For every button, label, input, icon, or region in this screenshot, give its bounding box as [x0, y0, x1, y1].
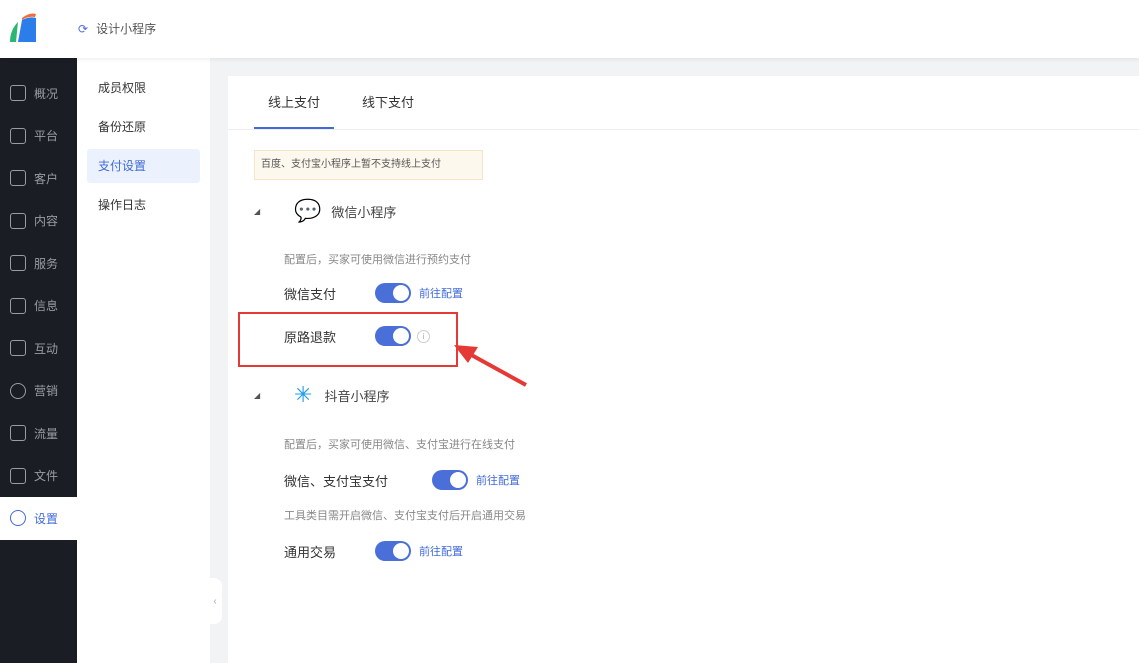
douyin-note: 工具类目需开启微信、支付宝支付后开启通用交易 — [284, 510, 526, 522]
label: 平台 — [34, 129, 59, 144]
notice-banner: 百度、支付宝小程序上暂不支持线上支付 — [254, 150, 483, 180]
label: 信息 — [34, 299, 59, 314]
layers-icon — [10, 127, 26, 144]
sidebar-item-service[interactable]: 服务 — [0, 242, 77, 285]
message-icon — [10, 297, 26, 314]
section-title: 抖音小程序 — [324, 388, 390, 404]
label: 微信支付 — [284, 286, 337, 302]
document-icon — [10, 212, 26, 229]
sidebar-item-overview[interactable]: 概况 — [0, 72, 77, 115]
megaphone-icon — [10, 425, 26, 442]
sidebar-item-customer[interactable]: 客户 — [0, 157, 77, 200]
interaction-icon — [10, 340, 26, 357]
top-bar: ⟳ 设计小程序 — [0, 0, 1139, 58]
mini-program-icon: ⟳ — [78, 21, 89, 36]
label: 内容 — [34, 214, 59, 229]
wechat-pay-row: 微信支付 前往配置 — [284, 283, 463, 303]
wechat-pay-config-link[interactable]: 前往配置 — [419, 285, 463, 301]
folder-icon — [10, 467, 26, 484]
douyin-section-header[interactable]: ◢ ✳ 抖音小程序 — [254, 382, 389, 408]
sidebar-item-files[interactable]: 文件 — [0, 455, 77, 498]
settings-submenu: 成员权限 备份还原 支付设置 操作日志 — [77, 58, 210, 663]
general-trade-toggle[interactable] — [375, 541, 411, 561]
label: 互动 — [34, 341, 59, 356]
sidebar-item-settings[interactable]: 设置 — [0, 497, 77, 540]
label: 微信、支付宝支付 — [284, 473, 389, 489]
sidebar-item-marketing[interactable]: 营销 — [0, 370, 77, 413]
sidebar-item-content[interactable]: 内容 — [0, 200, 77, 243]
wechat-section-header[interactable]: ◢ 💬 微信小程序 — [254, 198, 396, 224]
submenu-member-permissions[interactable]: 成员权限 — [87, 71, 200, 105]
general-trade-config-link[interactable]: 前往配置 — [419, 543, 463, 559]
label: 服务 — [34, 256, 59, 271]
douyin-pay-row: 微信、支付宝支付 前往配置 — [284, 470, 520, 490]
section-title: 微信小程序 — [331, 204, 397, 220]
submenu-payment-settings[interactable]: 支付设置 — [87, 149, 200, 183]
chart-icon — [10, 85, 26, 102]
arrow-annotation-icon — [454, 345, 527, 387]
tab-online-payment[interactable]: 线上支付 — [254, 76, 335, 129]
gear-icon — [10, 510, 26, 527]
douyin-pay-config-link[interactable]: 前往配置 — [476, 472, 520, 488]
main-sidebar: 概况 平台 客户 内容 服务 信息 互动 营销 流量 文件 设置 — [0, 58, 77, 663]
sidebar-item-message[interactable]: 信息 — [0, 285, 77, 328]
user-icon — [10, 170, 26, 187]
douyin-icon: ✳ — [294, 382, 313, 407]
app-title: 设计小程序 — [96, 22, 157, 36]
label: 设置 — [34, 511, 59, 526]
label: 概况 — [34, 86, 59, 101]
service-icon — [10, 255, 26, 272]
sidebar-item-traffic[interactable]: 流量 — [0, 412, 77, 455]
sidebar-item-platform[interactable]: 平台 — [0, 115, 77, 158]
general-trade-row: 通用交易 前往配置 — [284, 541, 463, 561]
label: 客户 — [34, 171, 59, 186]
highlight-box — [238, 312, 458, 367]
collapse-submenu-button[interactable]: ‹ — [208, 578, 222, 624]
logo-icon — [10, 13, 36, 42]
sidebar-item-interaction[interactable]: 互动 — [0, 327, 77, 370]
label: 营销 — [34, 384, 59, 399]
label: 流量 — [34, 426, 59, 441]
submenu-backup-restore[interactable]: 备份还原 — [87, 110, 200, 144]
wechat-pay-toggle[interactable] — [375, 283, 411, 303]
tab-offline-payment[interactable]: 线下支付 — [348, 76, 428, 129]
collapse-triangle-icon: ◢ — [254, 390, 261, 400]
tag-icon — [10, 382, 26, 399]
collapse-triangle-icon: ◢ — [254, 206, 261, 216]
label: 通用交易 — [284, 544, 337, 560]
submenu-operation-log[interactable]: 操作日志 — [87, 188, 200, 222]
label: 文件 — [34, 469, 59, 484]
wechat-description: 配置后，买家可使用微信进行预约支付 — [284, 254, 471, 266]
douyin-description: 配置后，买家可使用微信、支付宝进行在线支付 — [284, 439, 515, 451]
wechat-icon: 💬 — [294, 198, 322, 223]
payment-settings-panel: 线上支付 线下支付 百度、支付宝小程序上暂不支持线上支付 ◢ 💬 微信小程序 配… — [228, 76, 1139, 663]
douyin-pay-toggle[interactable] — [432, 470, 468, 490]
